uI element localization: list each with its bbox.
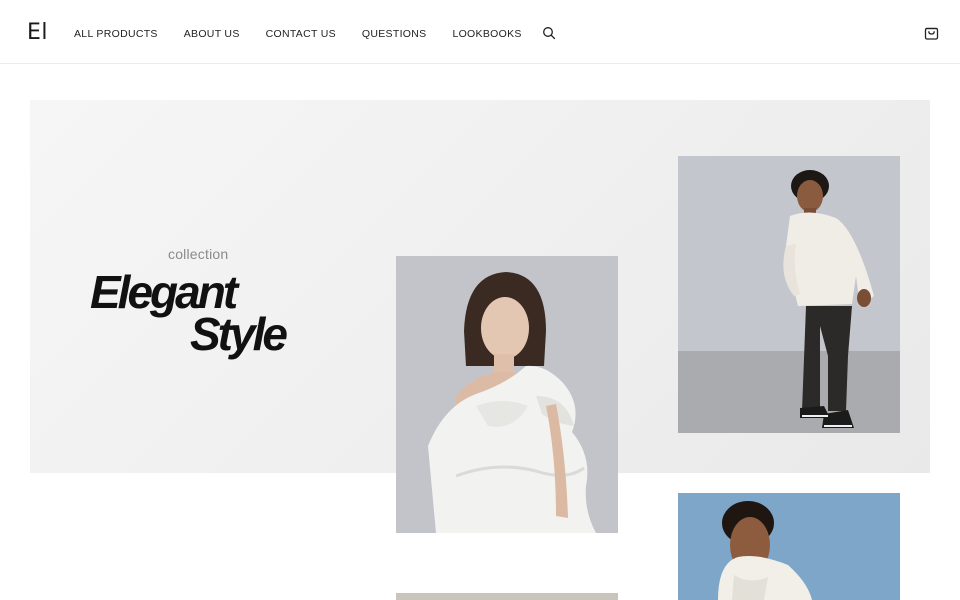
site-logo[interactable]: El <box>27 20 48 45</box>
man-cream-jacket-standing-photo[interactable] <box>678 156 900 433</box>
main-nav: ALL PRODUCTS ABOUT US CONTACT US QUESTIO… <box>74 27 556 40</box>
man-white-hoodie-blue-background-photo[interactable] <box>678 493 900 600</box>
hero-subtitle: collection <box>168 246 229 262</box>
search-icon[interactable] <box>542 26 556 40</box>
beige-product-photo[interactable] <box>396 593 618 600</box>
nav-all-products[interactable]: ALL PRODUCTS <box>74 28 158 40</box>
hero-title-line-2: Style <box>190 308 288 360</box>
nav-questions[interactable]: QUESTIONS <box>362 28 427 40</box>
site-header: El ALL PRODUCTS ABOUT US CONTACT US QUES… <box>0 0 960 64</box>
shopping-bag-icon[interactable] <box>923 24 940 41</box>
woman-white-ruffle-dress-photo[interactable] <box>396 256 618 533</box>
nav-about-us[interactable]: ABOUT US <box>184 28 240 40</box>
nav-contact-us[interactable]: CONTACT US <box>266 28 336 40</box>
nav-lookbooks[interactable]: LOOKBOOKS <box>452 28 521 40</box>
